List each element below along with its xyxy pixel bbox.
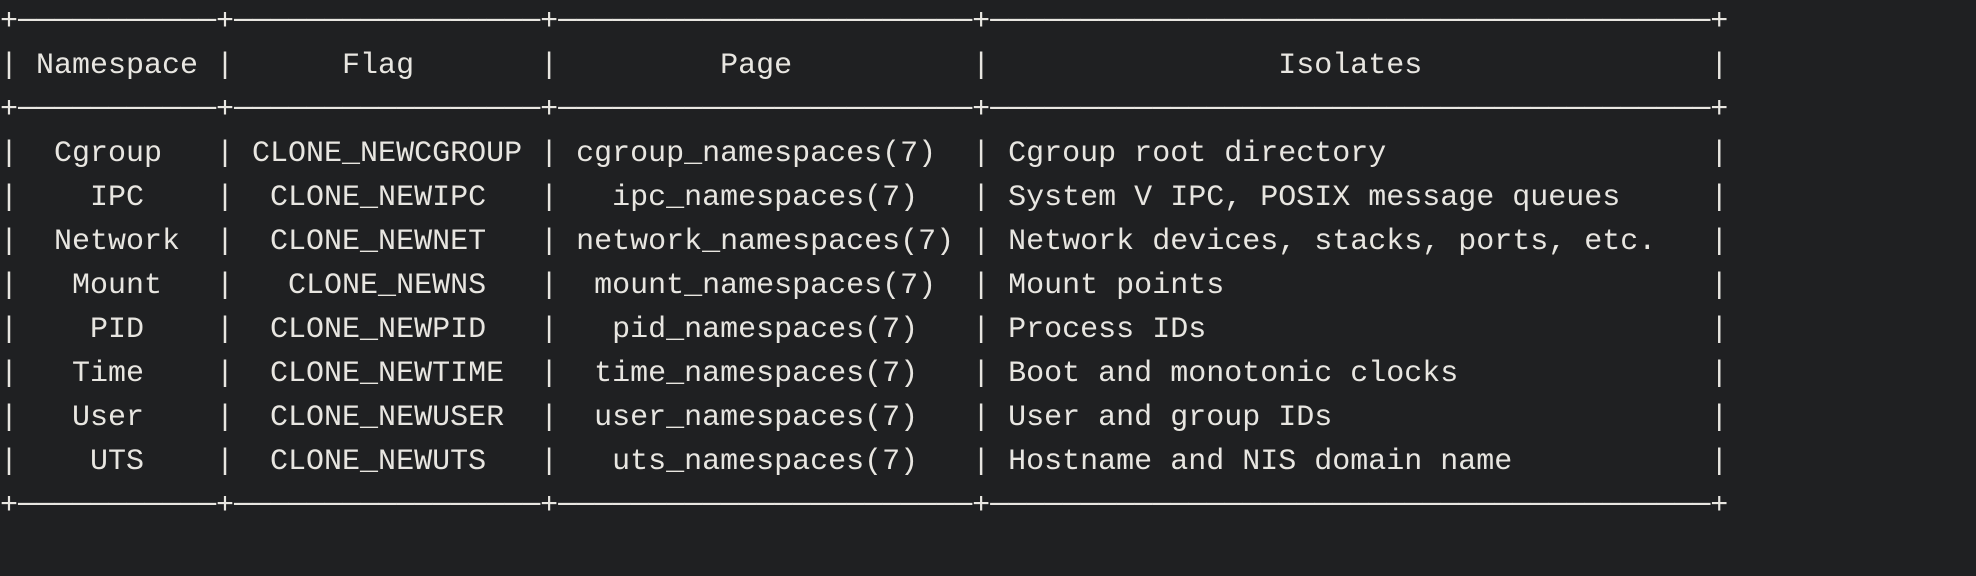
- namespaces-table: +───────────+─────────────────+─────────…: [0, 0, 1976, 528]
